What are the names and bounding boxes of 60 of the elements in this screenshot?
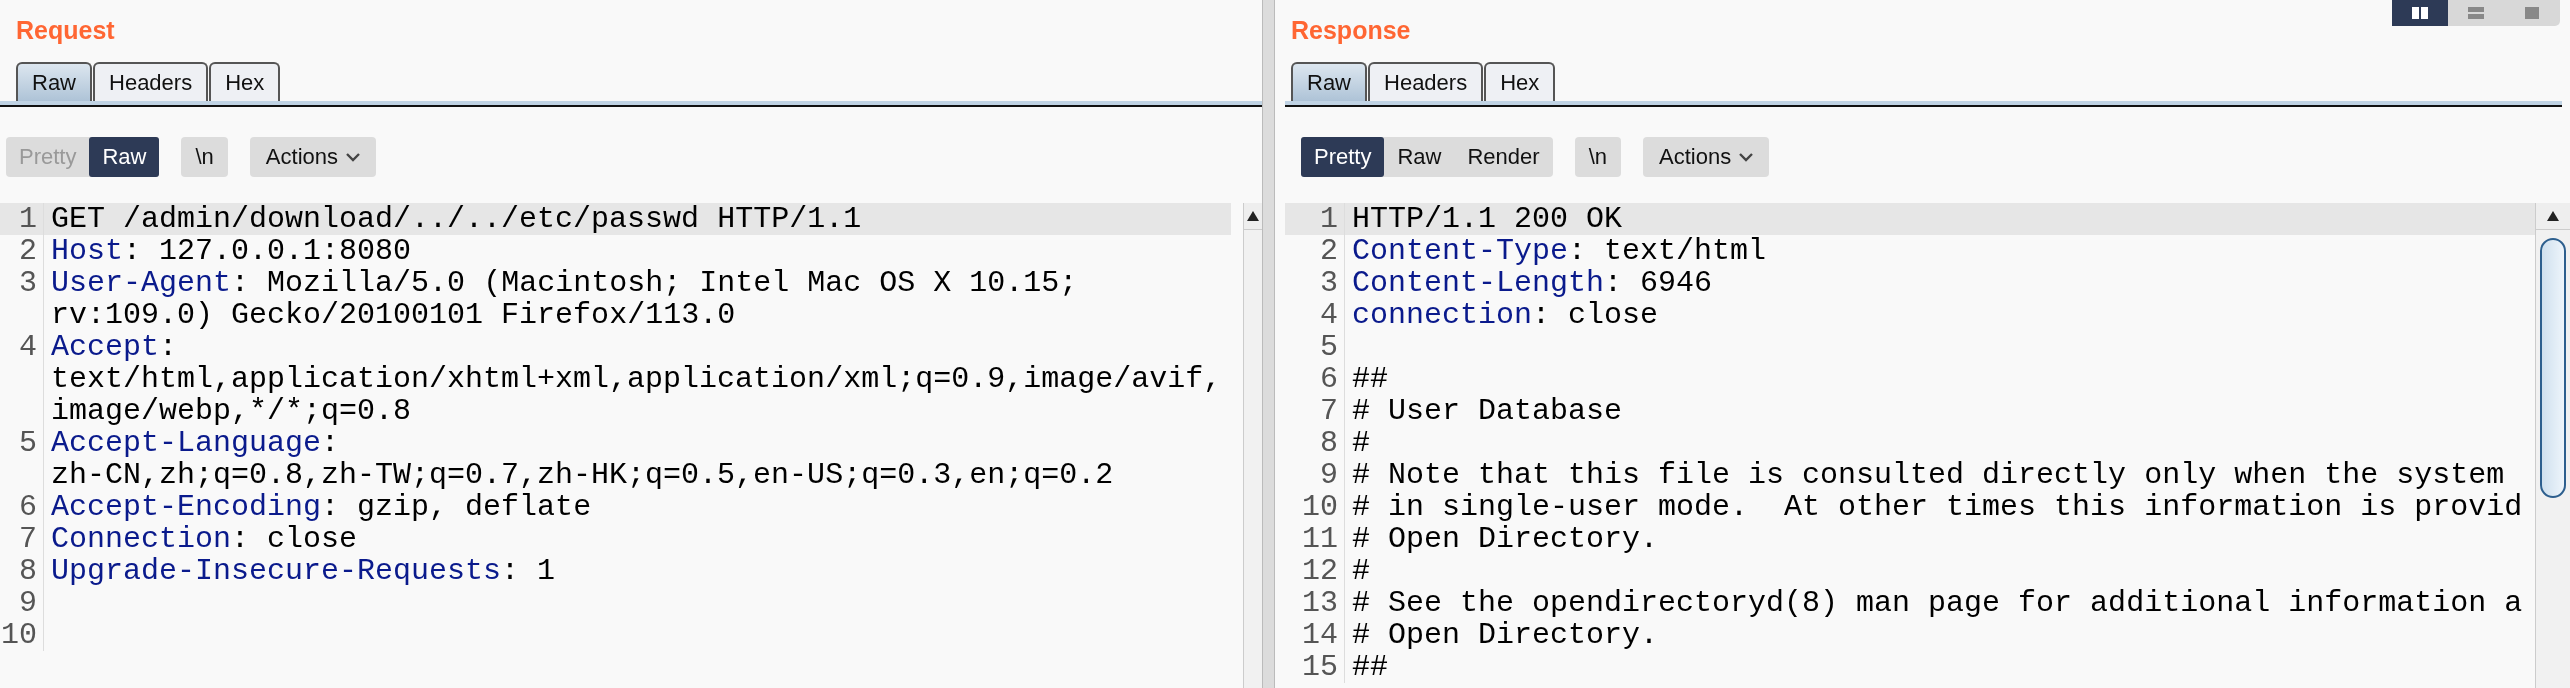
code-line: ##	[1351, 363, 1389, 395]
line-number: 2	[1285, 235, 1345, 267]
newline-toggle-button[interactable]: \n	[1574, 137, 1621, 177]
code-line: Upgrade-Insecure-Requests: 1	[50, 555, 557, 587]
line-number: 1	[1285, 203, 1345, 235]
line-number: 7	[0, 523, 44, 555]
code-line: # See the opendirectoryd(8) man page for additional information a	[1351, 587, 2524, 619]
line-number: 9	[1285, 459, 1345, 491]
code-line: # Open Directory.	[1351, 523, 1660, 555]
code-line: Content-Type: text/html	[1351, 235, 1768, 267]
view-mode-button[interactable]: Raw	[1384, 137, 1455, 177]
line-number: 4	[0, 331, 44, 427]
view-mode-button[interactable]: Render	[1454, 137, 1553, 177]
line-number: 6	[1285, 363, 1345, 395]
tab[interactable]: Hex	[1484, 62, 1556, 101]
line-number: 3	[0, 267, 44, 331]
line-number: 6	[0, 491, 44, 523]
line-number: 12	[1285, 555, 1345, 587]
line-number: 8	[1285, 427, 1345, 459]
actions-button[interactable]: Actions	[249, 137, 376, 177]
code-line: #	[1351, 555, 1371, 587]
code-line: Accept-Encoding: gzip, deflate	[50, 491, 593, 523]
actions-button[interactable]: Actions	[1643, 137, 1770, 177]
line-number: 14	[1285, 619, 1345, 651]
line-number: 10	[0, 619, 44, 651]
line-number: 9	[0, 587, 44, 619]
pane-title: Response	[1291, 15, 1411, 45]
view-mode-button[interactable]: Pretty	[1301, 137, 1385, 177]
line-number: 8	[0, 555, 44, 587]
code-line: ##	[1351, 651, 1389, 683]
line-number: 5	[1285, 331, 1345, 363]
line-number: 4	[1285, 299, 1345, 331]
code-line: Accept: text/html,application/xhtml+xml,application/xml;q=0.9,image/avif,image/webp,*/*;q=0.8	[50, 331, 1223, 427]
line-number: 10	[1285, 491, 1345, 523]
code-line: Connection: close	[50, 523, 359, 555]
line-number: 5	[0, 427, 44, 491]
code-line: connection: close	[1351, 299, 1660, 331]
code-line: #	[1351, 427, 1371, 459]
line-number: 13	[1285, 587, 1345, 619]
tab[interactable]: Headers	[93, 62, 209, 101]
line-number: 1	[0, 203, 44, 235]
newline-toggle-button[interactable]: \n	[181, 137, 228, 177]
code-line: # Open Directory.	[1351, 619, 1660, 651]
line-number: 2	[0, 235, 44, 267]
tab[interactable]: Hex	[209, 62, 281, 101]
line-number: 7	[1285, 395, 1345, 427]
code-line: Host: 127.0.0.1:8080	[50, 235, 413, 267]
code-line: # User Database	[1351, 395, 1624, 427]
tab[interactable]: Raw	[16, 62, 92, 101]
code-line: Content-Length: 6946	[1351, 267, 1714, 299]
line-number: 11	[1285, 523, 1345, 555]
line-number: 3	[1285, 267, 1345, 299]
line-number: 15	[1285, 651, 1345, 683]
tab[interactable]: Headers	[1368, 62, 1484, 101]
code-line: User-Agent: Mozilla/5.0 (Macintosh; Intel Mac OS X 10.15; rv:109.0) Gecko/20100101 Firefox/113.0	[50, 267, 1079, 331]
view-mode-button[interactable]: Raw	[89, 137, 160, 177]
pane-title: Request	[16, 15, 115, 45]
tab[interactable]: Raw	[1291, 62, 1367, 101]
code-line: # in single-user mode. At other times this information is provid	[1351, 491, 2524, 523]
code-line: # Note that this file is consulted directly only when the system	[1351, 459, 2506, 491]
